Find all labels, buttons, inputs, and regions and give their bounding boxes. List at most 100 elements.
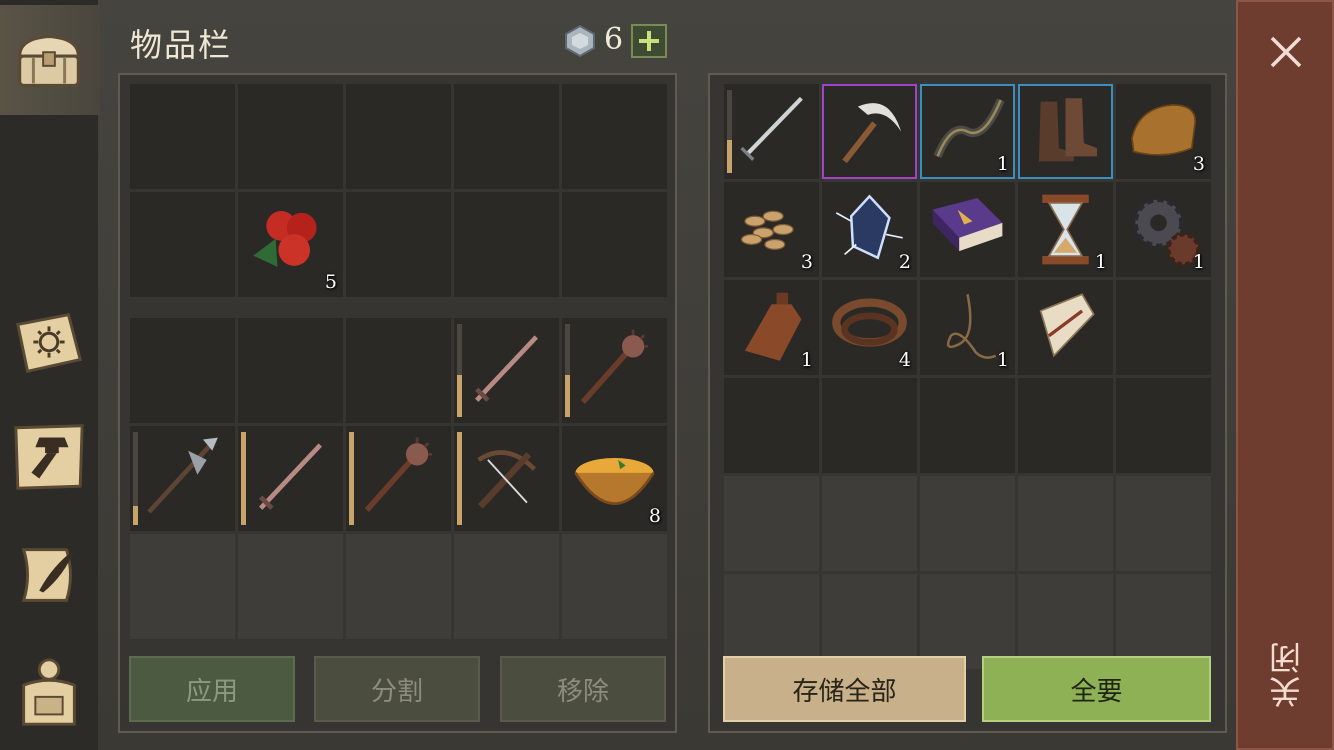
item-count: 4 (898, 349, 911, 371)
item-count: 1 (996, 153, 1009, 175)
close-x-icon[interactable] (1264, 30, 1308, 74)
empty-slot[interactable] (1018, 378, 1113, 473)
sword-slot[interactable] (238, 426, 343, 531)
mace-slot[interactable] (346, 426, 451, 531)
empty-slot[interactable] (562, 84, 667, 189)
halberd-slot[interactable] (130, 426, 235, 531)
hourglass-slot[interactable]: 1 (1018, 182, 1113, 277)
empty-slot[interactable] (130, 318, 235, 423)
scythe-icon (842, 103, 902, 164)
berries-slot[interactable]: 5 (238, 192, 343, 297)
soup-icon (574, 458, 655, 505)
sword-slot[interactable] (454, 318, 559, 423)
scroll-slot[interactable] (1018, 280, 1113, 375)
tab-character[interactable] (0, 636, 98, 746)
crossbow-slot[interactable] (454, 426, 559, 531)
empty-slot[interactable] (346, 84, 451, 189)
add-currency-button[interactable] (631, 24, 667, 58)
empty-slot[interactable] (238, 534, 343, 639)
empty-slot[interactable] (1116, 476, 1211, 571)
page-title: 物品栏 (130, 26, 233, 64)
item-count: 3 (1192, 153, 1205, 175)
leather-slot[interactable]: 4 (822, 280, 917, 375)
mace-slot[interactable] (562, 318, 667, 423)
split-button[interactable]: 分割 (314, 656, 480, 722)
empty-slot[interactable] (454, 534, 559, 639)
spellbook-icon (932, 197, 1003, 252)
item-count: 2 (898, 251, 911, 273)
empty-slot[interactable] (130, 192, 235, 297)
sword-icon (259, 443, 322, 510)
boots-slot[interactable] (1018, 84, 1113, 179)
remove-button[interactable]: 移除 (500, 656, 666, 722)
tab-journal[interactable] (0, 287, 98, 397)
empty-slot[interactable] (724, 574, 819, 669)
close-label[interactable]: 关闭 (1268, 640, 1306, 708)
sun-book-icon (16, 313, 82, 373)
store-all-button[interactable]: 存储全部 (723, 656, 966, 722)
empty-slot[interactable] (920, 476, 1015, 571)
empty-slot[interactable] (1018, 574, 1113, 669)
empty-slot[interactable] (454, 192, 559, 297)
halberd-icon (147, 437, 218, 514)
berries-icon (253, 211, 317, 267)
bottle-slot[interactable]: 1 (724, 280, 819, 375)
longsword-slot[interactable] (724, 84, 819, 179)
crossbow-icon (477, 450, 537, 509)
crystal-slot[interactable]: 2 (822, 182, 917, 277)
empty-slot[interactable] (822, 574, 917, 669)
item-count: 1 (800, 349, 813, 371)
item-count: 5 (324, 271, 337, 293)
scythe-slot[interactable] (822, 84, 917, 179)
empty-slot[interactable] (1116, 280, 1211, 375)
tab-quests[interactable] (0, 520, 98, 630)
empty-slot[interactable] (238, 84, 343, 189)
item-count: 1 (1192, 251, 1205, 273)
empty-slot[interactable] (454, 84, 559, 189)
bread-slot[interactable]: 3 (1116, 84, 1211, 179)
empty-slot[interactable] (724, 476, 819, 571)
inventory-top-grid: 5 (130, 84, 667, 297)
close-panel[interactable] (1236, 0, 1334, 750)
mace-icon (364, 437, 432, 512)
silver-gem-icon (565, 24, 595, 58)
empty-slot[interactable] (1116, 574, 1211, 669)
boots-icon (1038, 98, 1098, 162)
backpack-icon (22, 658, 76, 726)
empty-slot[interactable] (822, 476, 917, 571)
empty-slot[interactable] (1116, 378, 1211, 473)
inventory-bottom-grid: 8 (130, 318, 667, 639)
item-count: 8 (648, 505, 661, 527)
item-count: 1 (1094, 251, 1107, 273)
rope-slot[interactable]: 1 (920, 280, 1015, 375)
soup-slot[interactable]: 8 (562, 426, 667, 531)
empty-slot[interactable] (920, 574, 1015, 669)
empty-slot[interactable] (724, 378, 819, 473)
empty-slot[interactable] (1018, 476, 1113, 571)
empty-slot[interactable] (346, 318, 451, 423)
tab-crafting[interactable] (0, 402, 98, 512)
empty-slot[interactable] (346, 534, 451, 639)
spellbook-slot[interactable] (920, 182, 1015, 277)
seeds-slot[interactable]: 3 (724, 182, 819, 277)
tab-bar (0, 0, 100, 750)
tab-chest[interactable] (0, 5, 100, 115)
item-count: 1 (996, 349, 1009, 371)
take-all-button[interactable]: 全要 (982, 656, 1211, 722)
chest-icon (18, 35, 80, 87)
hammer-icon (14, 424, 84, 490)
empty-slot[interactable] (822, 378, 917, 473)
empty-slot[interactable] (130, 84, 235, 189)
plus-icon (639, 31, 659, 51)
gears-slot[interactable]: 1 (1116, 182, 1211, 277)
empty-slot[interactable] (238, 318, 343, 423)
empty-slot[interactable] (562, 534, 667, 639)
bow-slot[interactable]: 1 (920, 84, 1015, 179)
sword-icon (475, 335, 538, 402)
use-button[interactable]: 应用 (129, 656, 295, 722)
empty-slot[interactable] (346, 192, 451, 297)
item-count: 3 (800, 251, 813, 273)
empty-slot[interactable] (920, 378, 1015, 473)
empty-slot[interactable] (130, 534, 235, 639)
empty-slot[interactable] (562, 192, 667, 297)
